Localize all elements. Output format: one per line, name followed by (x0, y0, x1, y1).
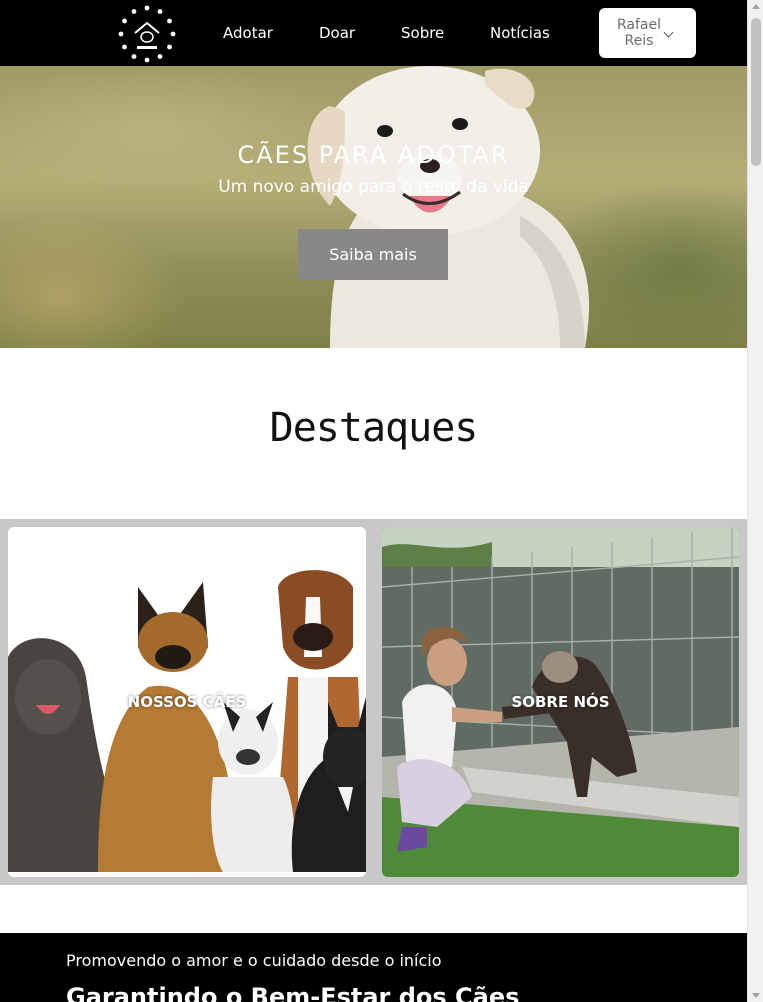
scroll-down-arrow-icon[interactable] (752, 993, 760, 998)
user-menu-button[interactable]: Rafael Reis (599, 8, 696, 58)
chevron-down-icon (663, 27, 674, 38)
mission-kicker: Promovendo o amor e o cuidado desde o in… (66, 951, 442, 970)
hero-title: CÃES PARA ADOTAR (237, 141, 510, 169)
highlights-cards: NOSSOS CÃES SOBRE NÓS (0, 519, 747, 885)
hero-subtitle: Um novo amigo para o resto da vida (218, 177, 529, 197)
scrollbar[interactable] (747, 0, 763, 1002)
scroll-thumb[interactable] (751, 18, 761, 166)
card-label-sobre-nos: SOBRE NÓS (511, 693, 610, 711)
nav-link-sobre[interactable]: Sobre (401, 24, 444, 42)
nav-link-adotar[interactable]: Adotar (223, 24, 273, 42)
paw-wreath-logo-icon (117, 4, 177, 64)
nav-link-doar[interactable]: Doar (319, 24, 355, 42)
mission-headline: Garantindo o Bem-Estar dos Cães (66, 983, 520, 1002)
card-sobre-nos[interactable]: SOBRE NÓS (382, 527, 739, 877)
puppy-image (307, 66, 590, 348)
nav-link-noticias[interactable]: Notícias (490, 24, 550, 42)
hero-banner: CÃES PARA ADOTAR Um novo amigo para o re… (0, 66, 747, 348)
learn-more-button[interactable]: Saiba mais (298, 229, 448, 280)
card-nossos-caes[interactable]: NOSSOS CÃES (8, 527, 366, 877)
scroll-up-arrow-icon[interactable] (752, 4, 760, 9)
page: Adotar Doar Sobre Notícias Rafael Reis C… (0, 0, 747, 1002)
highlights-title: Destaques (269, 405, 479, 451)
user-last-name: Reis (624, 33, 654, 49)
user-first-name: Rafael (616, 17, 661, 33)
navbar: Adotar Doar Sobre Notícias Rafael Reis (0, 0, 747, 66)
logo[interactable] (116, 3, 178, 65)
card-label-nossos-caes: NOSSOS CÃES (127, 693, 247, 711)
mission-section: Promovendo o amor e o cuidado desde o in… (0, 933, 747, 1002)
